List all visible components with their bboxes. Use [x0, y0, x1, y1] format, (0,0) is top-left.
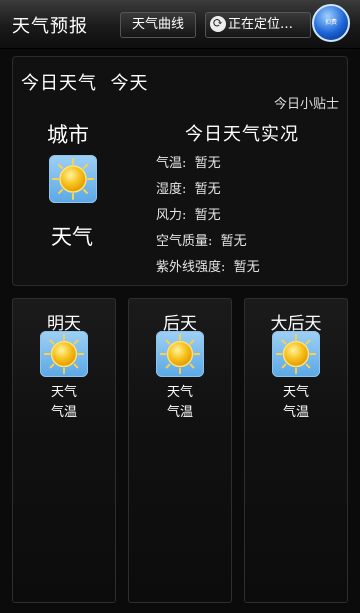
locate-label: 正在定位… [228, 17, 294, 32]
today-heading: 今日天气 今天 [21, 73, 149, 94]
forecast-card-day-after[interactable]: 后天 天气 气温 [128, 298, 232, 603]
condition-air-quality: 空气质量: 暂无 [156, 234, 247, 249]
today-panel: 今日天气 今天 今日小贴士 城市 天气 今日天气实况 气温: 暂无 湿度: 暂无… [12, 56, 348, 286]
sun-icon [40, 331, 88, 377]
app-title: 天气预报 [12, 16, 88, 37]
forecast-temperature: 气温 [166, 405, 193, 420]
forecast-temperature: 气温 [50, 405, 77, 420]
condition-wind: 风力: 暂无 [156, 208, 221, 223]
sun-icon [156, 331, 204, 377]
condition-humidity: 湿度: 暂无 [156, 182, 221, 197]
condition-temperature: 气温: 暂无 [156, 156, 221, 171]
refresh-icon: ⟳ [210, 15, 226, 32]
forecast-temperature: 气温 [282, 405, 309, 420]
today-weather-label: 天气 [51, 225, 93, 249]
top-bar: 天气预报 天气曲线 ⟳ 正在定位… 扣费 [0, 0, 360, 49]
conditions-title: 今日天气实况 [185, 124, 299, 145]
forecast-weather: 天气 [166, 385, 193, 400]
forecast-card-tomorrow[interactable]: 明天 天气 气温 [12, 298, 116, 603]
forecast-card-third-day[interactable]: 大后天 天气 气温 [244, 298, 348, 603]
city-name: 城市 [47, 123, 89, 147]
locate-button[interactable]: ⟳ 正在定位… [205, 12, 311, 38]
forecast-weather: 天气 [282, 385, 309, 400]
conditions-list: 气温: 暂无 湿度: 暂无 风力: 暂无 空气质量: 暂无 紫外线强度: 暂无 [156, 151, 260, 281]
condition-uv: 紫外线强度: 暂无 [156, 260, 260, 275]
tips-label[interactable]: 今日小贴士 [274, 93, 339, 112]
sun-icon [272, 331, 320, 377]
orb-button[interactable]: 扣费 [312, 4, 350, 42]
forecast-weather: 天气 [50, 385, 77, 400]
sun-icon [49, 155, 97, 203]
weather-curve-button[interactable]: 天气曲线 [120, 12, 196, 38]
